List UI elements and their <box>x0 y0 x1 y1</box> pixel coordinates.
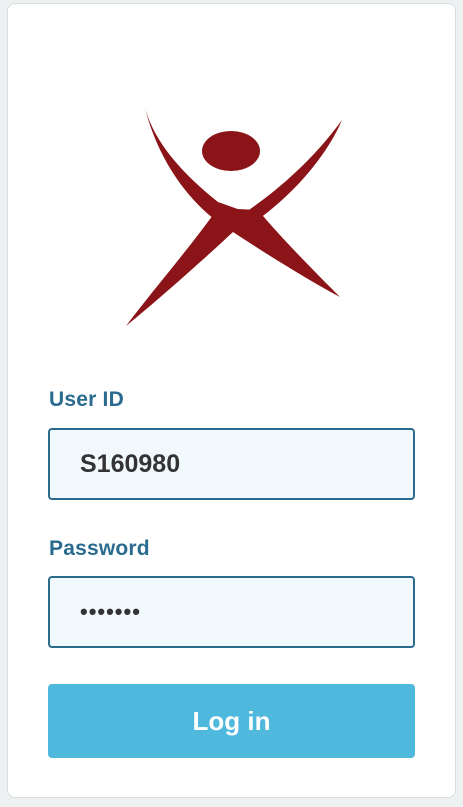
login-button[interactable]: Log in <box>48 684 415 758</box>
person-x-logo <box>118 100 353 330</box>
password-input[interactable] <box>48 576 415 648</box>
login-card: User ID Password Log in <box>7 3 456 798</box>
password-label: Password <box>49 537 150 560</box>
user-id-label: User ID <box>49 388 124 411</box>
user-id-input[interactable] <box>48 428 415 500</box>
